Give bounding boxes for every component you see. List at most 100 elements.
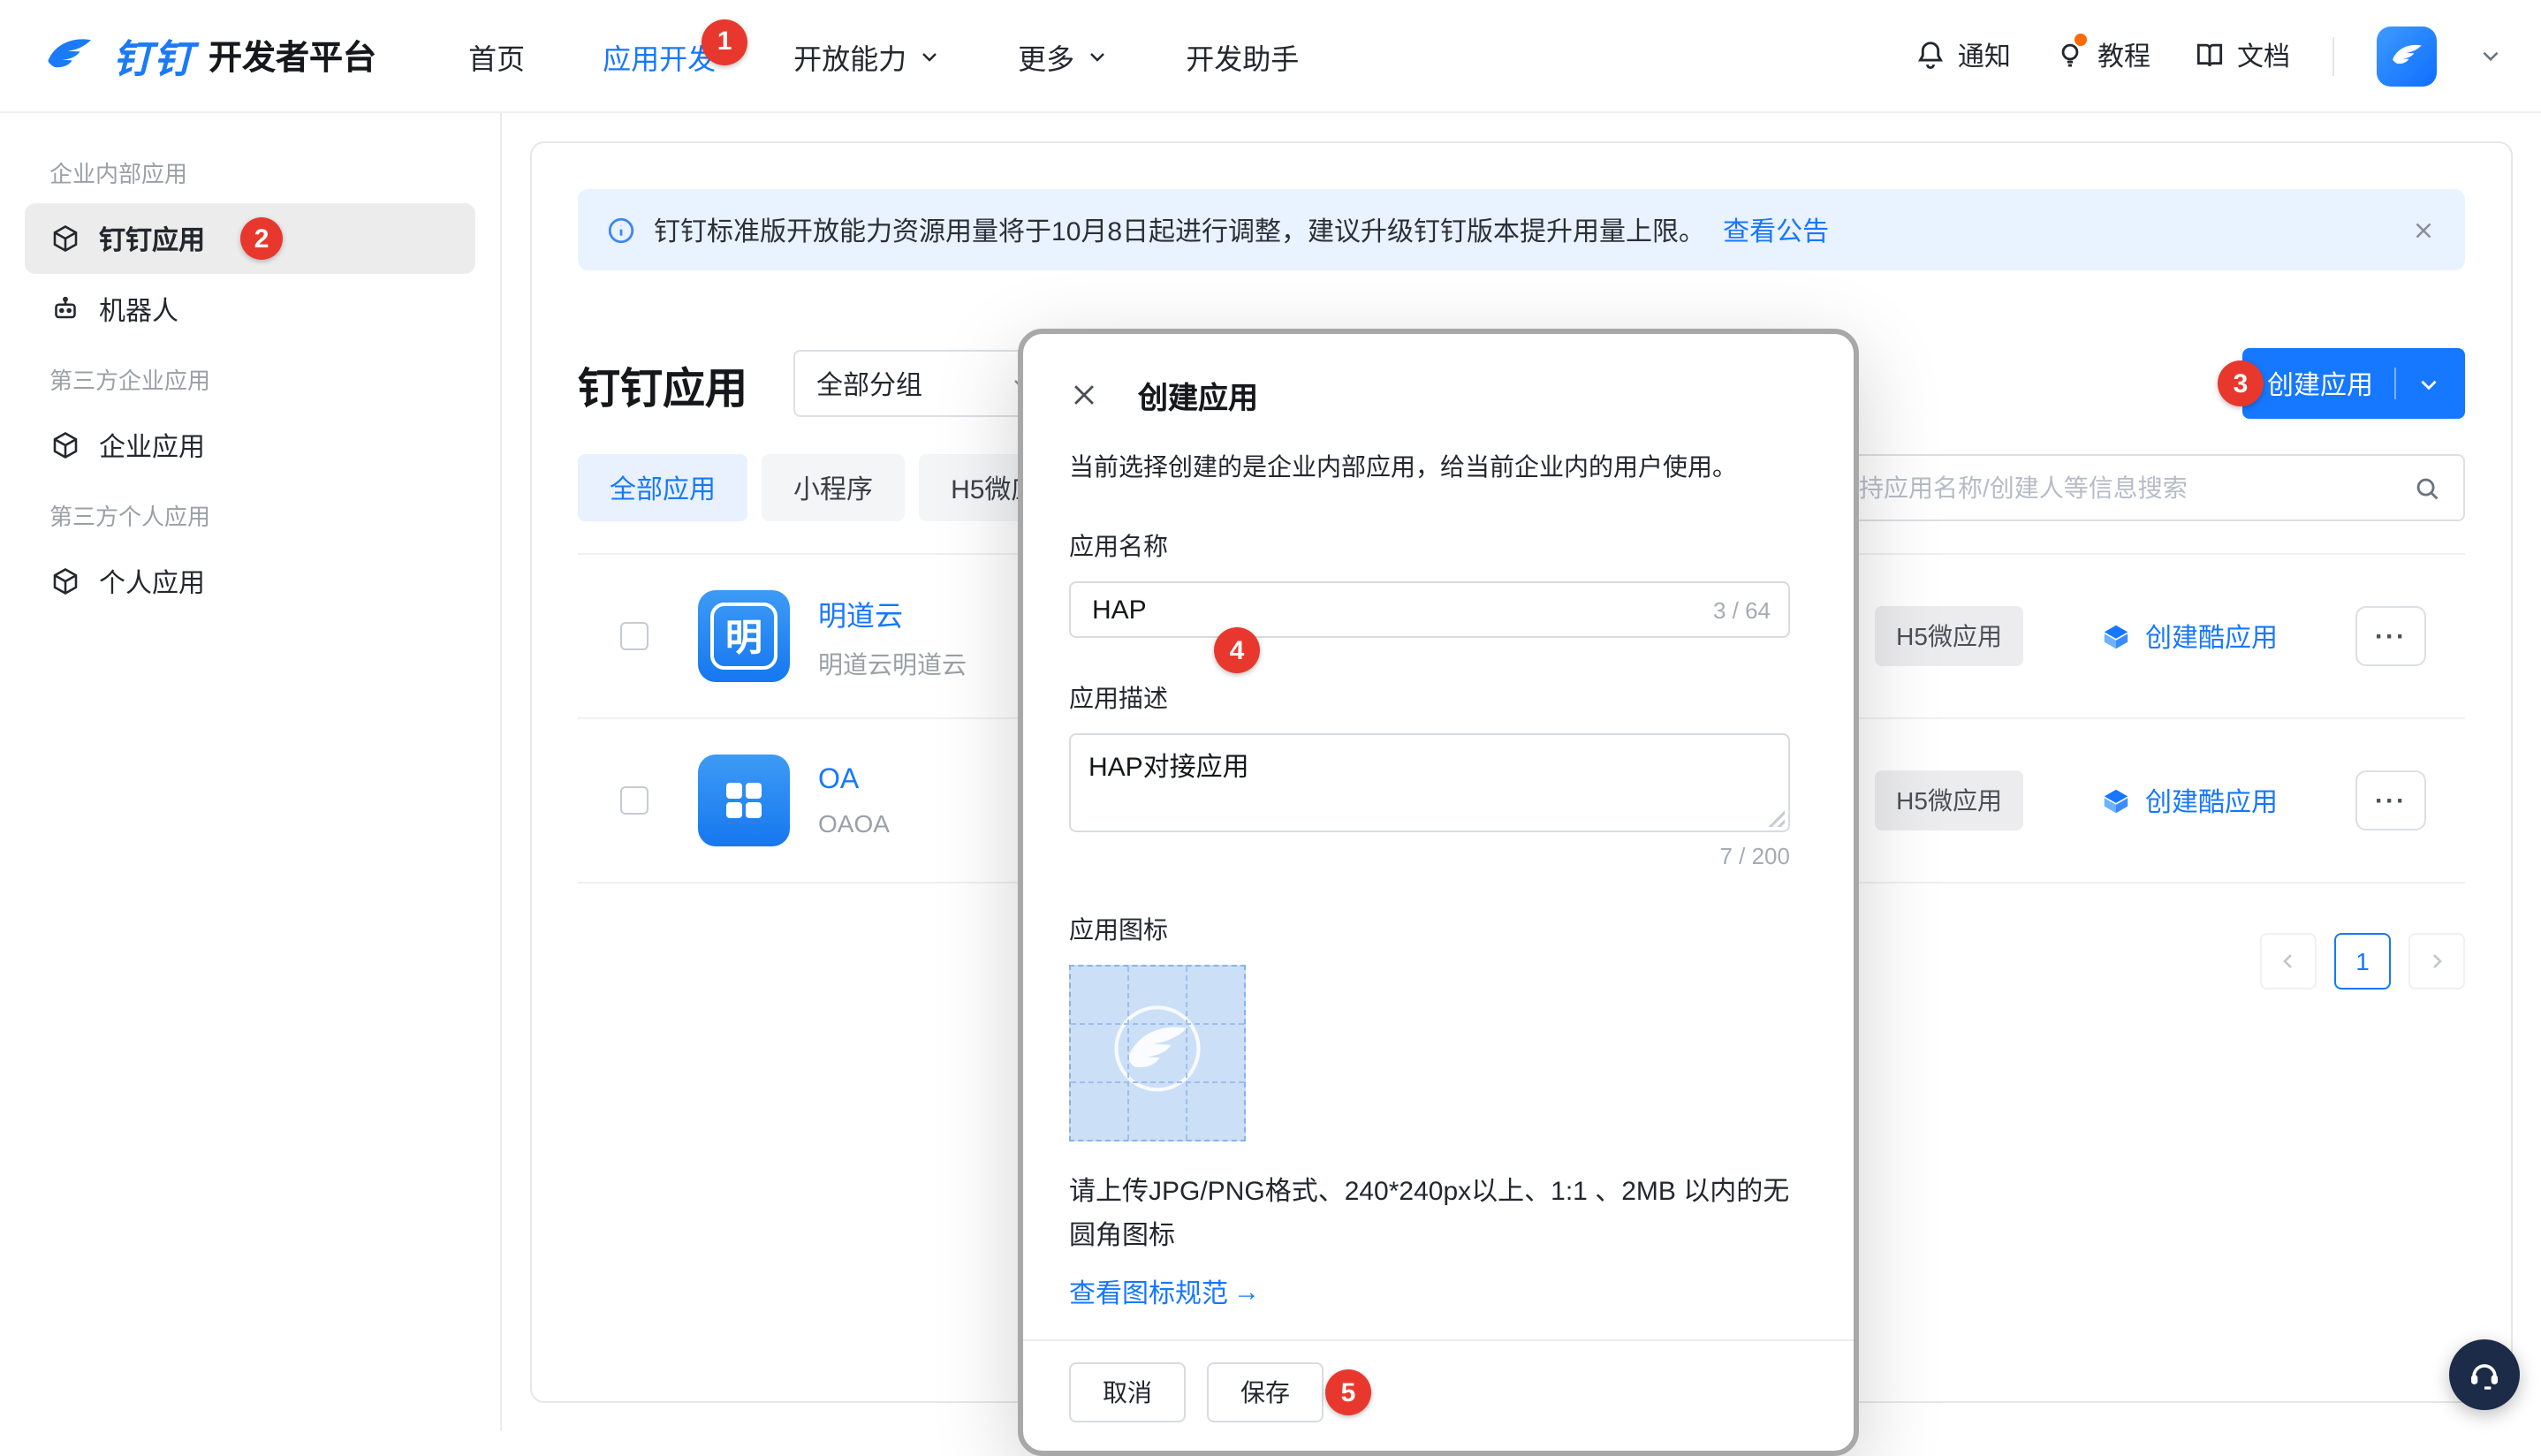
tab-mini-program[interactable]: 小程序 xyxy=(762,454,905,521)
create-cool-app-label: 创建酷应用 xyxy=(2145,782,2278,819)
nav-item-more[interactable]: 更多 xyxy=(1018,34,1108,77)
next-page-button[interactable] xyxy=(2408,933,2465,990)
create-cool-app-link[interactable]: 创建酷应用 xyxy=(2101,618,2278,655)
app-desc-textarea[interactable]: HAP对接应用 xyxy=(1071,735,1788,830)
brand-platform: 开发者平台 xyxy=(209,32,376,80)
customer-service-button[interactable] xyxy=(2449,1339,2520,1410)
nav-item-home-label: 首页 xyxy=(468,34,525,77)
tutorial-label: 教程 xyxy=(2097,37,2150,74)
cool-app-icon xyxy=(2101,621,2131,651)
app-icon-label: 应用图标 xyxy=(1069,912,1808,947)
sidebar-item-corp-apps-label: 企业应用 xyxy=(99,427,205,464)
grid-guide xyxy=(1071,1024,1244,1026)
app-description: 明道云明道云 xyxy=(818,646,967,681)
nav-item-dev-assistant[interactable]: 开发助手 xyxy=(1186,34,1299,77)
cube-icon xyxy=(49,223,81,254)
notifications-label: 通知 xyxy=(1958,37,2011,74)
grid-guide xyxy=(1128,967,1130,1140)
sidebar-item-robot-label: 机器人 xyxy=(99,291,178,328)
annotation-3: 3 xyxy=(2218,360,2264,406)
nav-item-open-capability-label: 开放能力 xyxy=(793,34,906,77)
group-select-value: 全部分组 xyxy=(816,365,922,402)
chevron-down-icon xyxy=(2417,372,2440,395)
app-search-box xyxy=(1808,454,2465,521)
app-name-counter: 3 / 64 xyxy=(1713,596,1771,623)
account-chevron-down-icon[interactable] xyxy=(2479,44,2502,67)
app-desc-label-row: 4 应用描述 xyxy=(1069,680,1808,716)
navbar-right: 通知 教程 文档 xyxy=(1914,26,2502,86)
save-button[interactable]: 保存 5 xyxy=(1207,1362,1324,1422)
tab-all-apps[interactable]: 全部应用 xyxy=(578,454,747,521)
page-title: 钉钉应用 xyxy=(578,353,747,414)
icon-upload-hint: 请上传JPG/PNG格式、240*240px以上、1:1 、2MB 以内的无圆角… xyxy=(1069,1170,1794,1258)
sidebar-item-personal-apps[interactable]: 个人应用 xyxy=(25,546,475,617)
search-input[interactable] xyxy=(1831,472,2412,504)
nav-item-open-capability[interactable]: 开放能力 xyxy=(793,34,940,77)
more-actions-button[interactable]: ··· xyxy=(2355,606,2426,666)
cool-app-icon xyxy=(2101,785,2131,815)
nav-item-home[interactable]: 首页 xyxy=(468,34,525,77)
create-app-button[interactable]: 3 创建应用 xyxy=(2242,348,2465,419)
app-desc-label: 应用描述 xyxy=(1069,684,1168,712)
banner-close-icon[interactable] xyxy=(2410,216,2437,243)
create-cool-app-link[interactable]: 创建酷应用 xyxy=(2101,782,2278,819)
app-type-badge: H5微应用 xyxy=(1875,770,2023,830)
lightbulb-icon xyxy=(2053,39,2087,72)
main-nav: 首页 应用开发 1 开放能力 更多 开发助手 xyxy=(468,34,1299,77)
modal-title: 创建应用 xyxy=(1138,373,1258,417)
sidebar-item-corp-apps[interactable]: 企业应用 xyxy=(25,410,475,481)
more-actions-button[interactable]: ··· xyxy=(2355,770,2426,830)
chevron-down-icon xyxy=(919,45,940,66)
bell-icon xyxy=(1914,39,1947,72)
icon-spec-link[interactable]: 查看图标规范 → xyxy=(1069,1274,1260,1311)
grid-guide xyxy=(1071,1081,1244,1082)
app-icon-preview[interactable] xyxy=(1069,965,1246,1141)
grid-guide xyxy=(1185,967,1187,1140)
group-select[interactable]: 全部分组 xyxy=(793,350,1055,417)
docs-button[interactable]: 文档 xyxy=(2193,37,2290,74)
create-cool-app-label: 创建酷应用 xyxy=(2145,618,2278,655)
search-icon[interactable] xyxy=(2412,473,2442,503)
annotation-1: 1 xyxy=(702,19,747,64)
brand[interactable]: 钉钉 开发者平台 xyxy=(39,27,376,84)
app-name-label: 应用名称 xyxy=(1069,528,1808,564)
icon-spec-link-label: 查看图标规范 xyxy=(1069,1274,1228,1311)
app-name-field: 3 / 64 xyxy=(1069,581,1790,638)
avatar[interactable] xyxy=(2377,26,2437,86)
prev-page-button[interactable] xyxy=(2260,933,2317,990)
grid-icon xyxy=(717,774,770,827)
modal-body: 当前选择创建的是企业内部应用，给当前企业内的用户使用。 应用名称 3 / 64 … xyxy=(1023,449,1854,1339)
button-split-divider xyxy=(2394,368,2396,399)
annotation-4: 4 xyxy=(1214,627,1260,673)
sidebar-item-dingtalk-apps-label: 钉钉应用 xyxy=(99,220,205,257)
modal-intro-text: 当前选择创建的是企业内部应用，给当前企业内的用户使用。 xyxy=(1069,449,1794,486)
sidebar-item-robot[interactable]: 机器人 xyxy=(25,274,475,345)
nav-item-app-dev[interactable]: 应用开发 1 xyxy=(603,34,716,77)
cancel-button[interactable]: 取消 xyxy=(1069,1362,1186,1422)
row-checkbox[interactable] xyxy=(620,622,649,650)
app-name-link[interactable]: OA xyxy=(818,764,890,796)
dingtalk-wing-placeholder-icon xyxy=(1103,998,1212,1108)
row-checkbox[interactable] xyxy=(620,786,649,815)
app-name-input[interactable] xyxy=(1088,593,1713,626)
sidebar-item-dingtalk-apps[interactable]: 钉钉应用 2 xyxy=(25,203,475,274)
app-description: OAOA xyxy=(818,808,890,837)
app-name-link[interactable]: 明道云 xyxy=(818,591,967,633)
notifications-button[interactable]: 通知 xyxy=(1914,37,2011,74)
notice-banner-text: 钉钉标准版开放能力资源用量将于10月8日起进行调整，建议升级钉钉版本提升用量上限… xyxy=(654,211,1705,248)
create-app-modal: 创建应用 当前选择创建的是企业内部应用，给当前企业内的用户使用。 应用名称 3 … xyxy=(1018,329,1859,1456)
modal-footer: 取消 保存 5 xyxy=(1023,1339,1854,1451)
notice-banner-link[interactable]: 查看公告 xyxy=(1723,211,1829,248)
notice-banner: 钉钉标准版开放能力资源用量将于10月8日起进行调整，建议升级钉钉版本提升用量上限… xyxy=(578,189,2465,270)
app-icon-glyph: 明 xyxy=(710,603,777,670)
annotation-2: 2 xyxy=(240,217,283,260)
sidebar-section-third-personal: 第三方个人应用 xyxy=(25,481,475,546)
page-number-current[interactable]: 1 xyxy=(2334,933,2391,990)
navbar-divider xyxy=(2332,36,2334,75)
app-desc-counter: 7 / 200 xyxy=(1069,843,1790,869)
modal-close-icon[interactable] xyxy=(1069,380,1099,410)
docs-label: 文档 xyxy=(2237,37,2290,74)
save-button-label: 保存 xyxy=(1240,1375,1290,1410)
tutorial-button[interactable]: 教程 xyxy=(2053,37,2150,74)
sidebar-section-internal: 企业内部应用 xyxy=(25,138,475,203)
